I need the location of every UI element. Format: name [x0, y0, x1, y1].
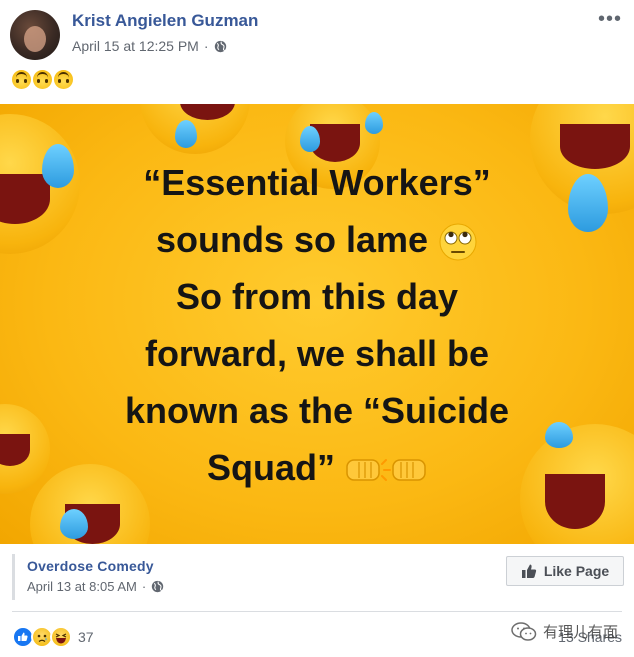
tear-drop-icon — [175, 120, 197, 148]
meme-line-6: Squad” — [206, 447, 335, 488]
more-options-icon[interactable]: ••• — [598, 8, 622, 31]
source-page-meta: April 13 at 8:05 AM · — [27, 579, 164, 594]
meme-line-2: sounds so lame — [155, 219, 429, 260]
upside-down-face-icon — [33, 70, 52, 89]
footer-divider — [12, 611, 622, 612]
thumbs-up-icon — [521, 564, 536, 578]
face-with-rolling-eyes-icon — [439, 223, 477, 261]
tear-drop-icon — [365, 112, 383, 134]
fist-bump-icon — [346, 459, 426, 482]
post-meta: April 15 at 12:25 PM · — [72, 38, 227, 54]
shared-image[interactable]: “Essential Workers” sounds so lame So fr… — [0, 104, 634, 544]
wechat-watermark: 有理儿有面 — [511, 621, 618, 642]
post-text — [12, 70, 73, 89]
source-page-attribution: Overdose Comedy April 13 at 8:05 AM · Li… — [0, 544, 634, 606]
source-page-name[interactable]: Overdose Comedy — [27, 558, 154, 574]
watermark-text: 有理儿有面 — [542, 624, 618, 641]
meme-text: “Essential Workers” sounds so lame So fr… — [0, 154, 634, 496]
author-avatar[interactable] — [10, 10, 60, 60]
meme-line-2-wrap: sounds so lame — [0, 211, 634, 268]
wechat-logo-icon — [511, 621, 537, 641]
source-page-timestamp[interactable]: April 13 at 8:05 AM — [27, 579, 137, 594]
meme-line-4: forward, we shall be — [144, 333, 490, 374]
upside-down-face-icon — [12, 70, 31, 89]
attribution-bar — [12, 554, 15, 600]
reactions-summary[interactable]: 37 — [12, 626, 94, 648]
globe-icon[interactable] — [151, 580, 164, 593]
meme-line-5: known as the “Suicide — [124, 390, 510, 431]
author-name[interactable]: Krist Angielen Guzman — [72, 11, 258, 31]
haha-reaction-icon — [50, 626, 72, 648]
meta-separator: · — [141, 579, 147, 594]
like-page-label: Like Page — [543, 563, 610, 579]
reaction-count[interactable]: 37 — [78, 629, 94, 645]
like-page-button[interactable]: Like Page — [506, 556, 624, 586]
tear-drop-icon — [60, 509, 88, 539]
meme-line-1: “Essential Workers” — [143, 162, 491, 203]
post-header: Krist Angielen Guzman April 15 at 12:25 … — [0, 0, 634, 62]
post-timestamp[interactable]: April 15 at 12:25 PM — [72, 38, 199, 54]
globe-icon[interactable] — [214, 40, 227, 53]
meta-separator: · — [203, 38, 209, 54]
meme-line-3: So from this day — [175, 276, 459, 317]
upside-down-face-icon — [54, 70, 73, 89]
tear-drop-icon — [300, 126, 320, 152]
meme-line-6-wrap: Squad” — [0, 439, 634, 496]
